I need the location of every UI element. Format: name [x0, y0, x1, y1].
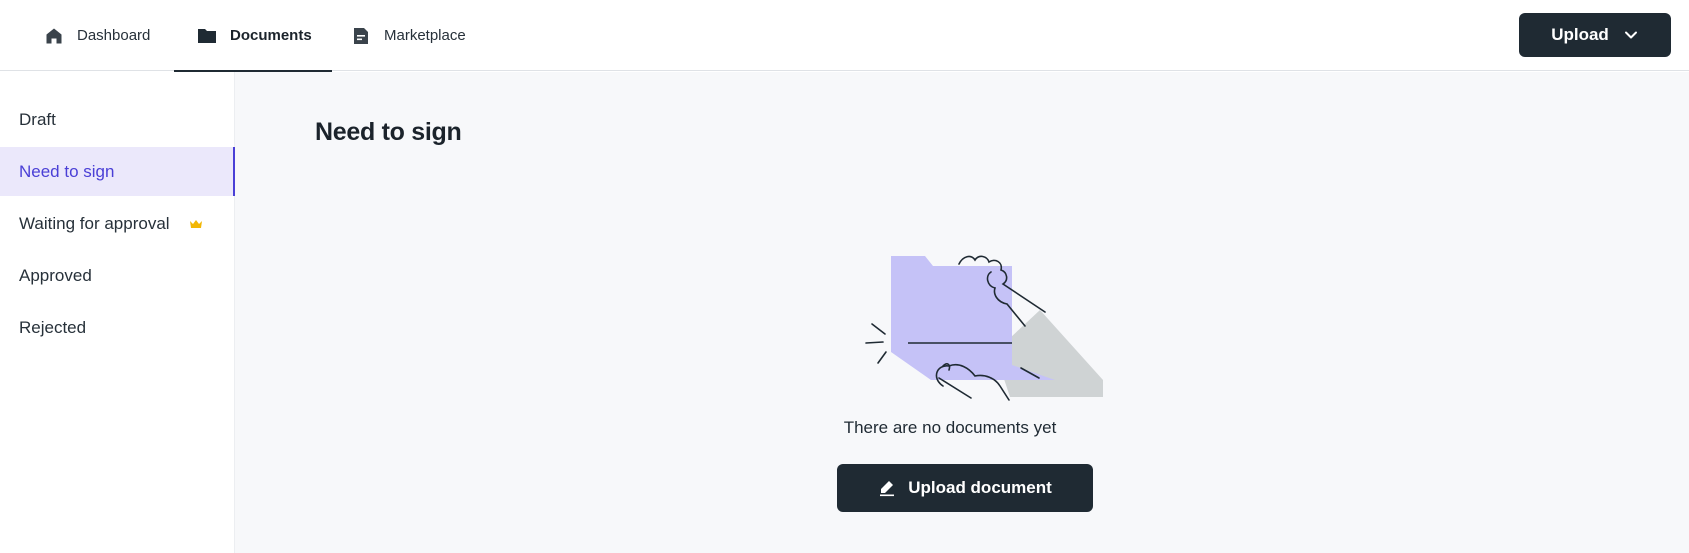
- pen-icon: [878, 479, 896, 497]
- sidebar-item-rejected[interactable]: Rejected: [0, 303, 235, 352]
- tab-dashboard[interactable]: Dashboard: [43, 0, 150, 71]
- sidebar-item-waiting-for-approval[interactable]: Waiting for approval: [0, 199, 235, 248]
- tab-documents[interactable]: Documents: [174, 0, 332, 72]
- upload-document-button[interactable]: Upload document: [837, 464, 1093, 512]
- home-icon: [43, 25, 65, 47]
- sidebar-item-label: Draft: [19, 109, 56, 129]
- empty-folder-illustration: [825, 242, 1105, 432]
- tab-marketplace[interactable]: Marketplace: [350, 0, 466, 71]
- empty-state-message: There are no documents yet: [843, 418, 1057, 437]
- document-icon: [350, 25, 372, 47]
- sidebar-item-approved[interactable]: Approved: [0, 251, 235, 300]
- sidebar-item-need-to-sign[interactable]: Need to sign: [0, 147, 235, 196]
- sidebar: Draft Need to sign Waiting for approval …: [0, 72, 235, 553]
- tab-dashboard-label: Dashboard: [77, 27, 151, 44]
- tab-documents-label: Documents: [230, 27, 312, 44]
- main-content: Need to sign There are no documents yet: [235, 72, 1689, 553]
- sidebar-item-label: Waiting for approval: [19, 213, 170, 233]
- upload-dropdown-button[interactable]: Upload: [1519, 13, 1671, 57]
- sidebar-item-draft[interactable]: Draft: [0, 95, 235, 144]
- upload-document-label: Upload document: [908, 478, 1052, 497]
- page-title: Need to sign: [315, 118, 462, 146]
- top-navigation-bar: Dashboard Documents Marketplace Upload: [0, 0, 1689, 72]
- sidebar-item-label: Approved: [19, 265, 92, 285]
- chevron-down-icon: [1623, 27, 1639, 43]
- sidebar-item-label: Need to sign: [19, 161, 115, 181]
- upload-button-label: Upload: [1551, 25, 1609, 44]
- sidebar-item-label: Rejected: [19, 317, 87, 337]
- tab-marketplace-label: Marketplace: [384, 27, 466, 44]
- folder-icon: [196, 25, 218, 47]
- crown-icon: [189, 219, 203, 229]
